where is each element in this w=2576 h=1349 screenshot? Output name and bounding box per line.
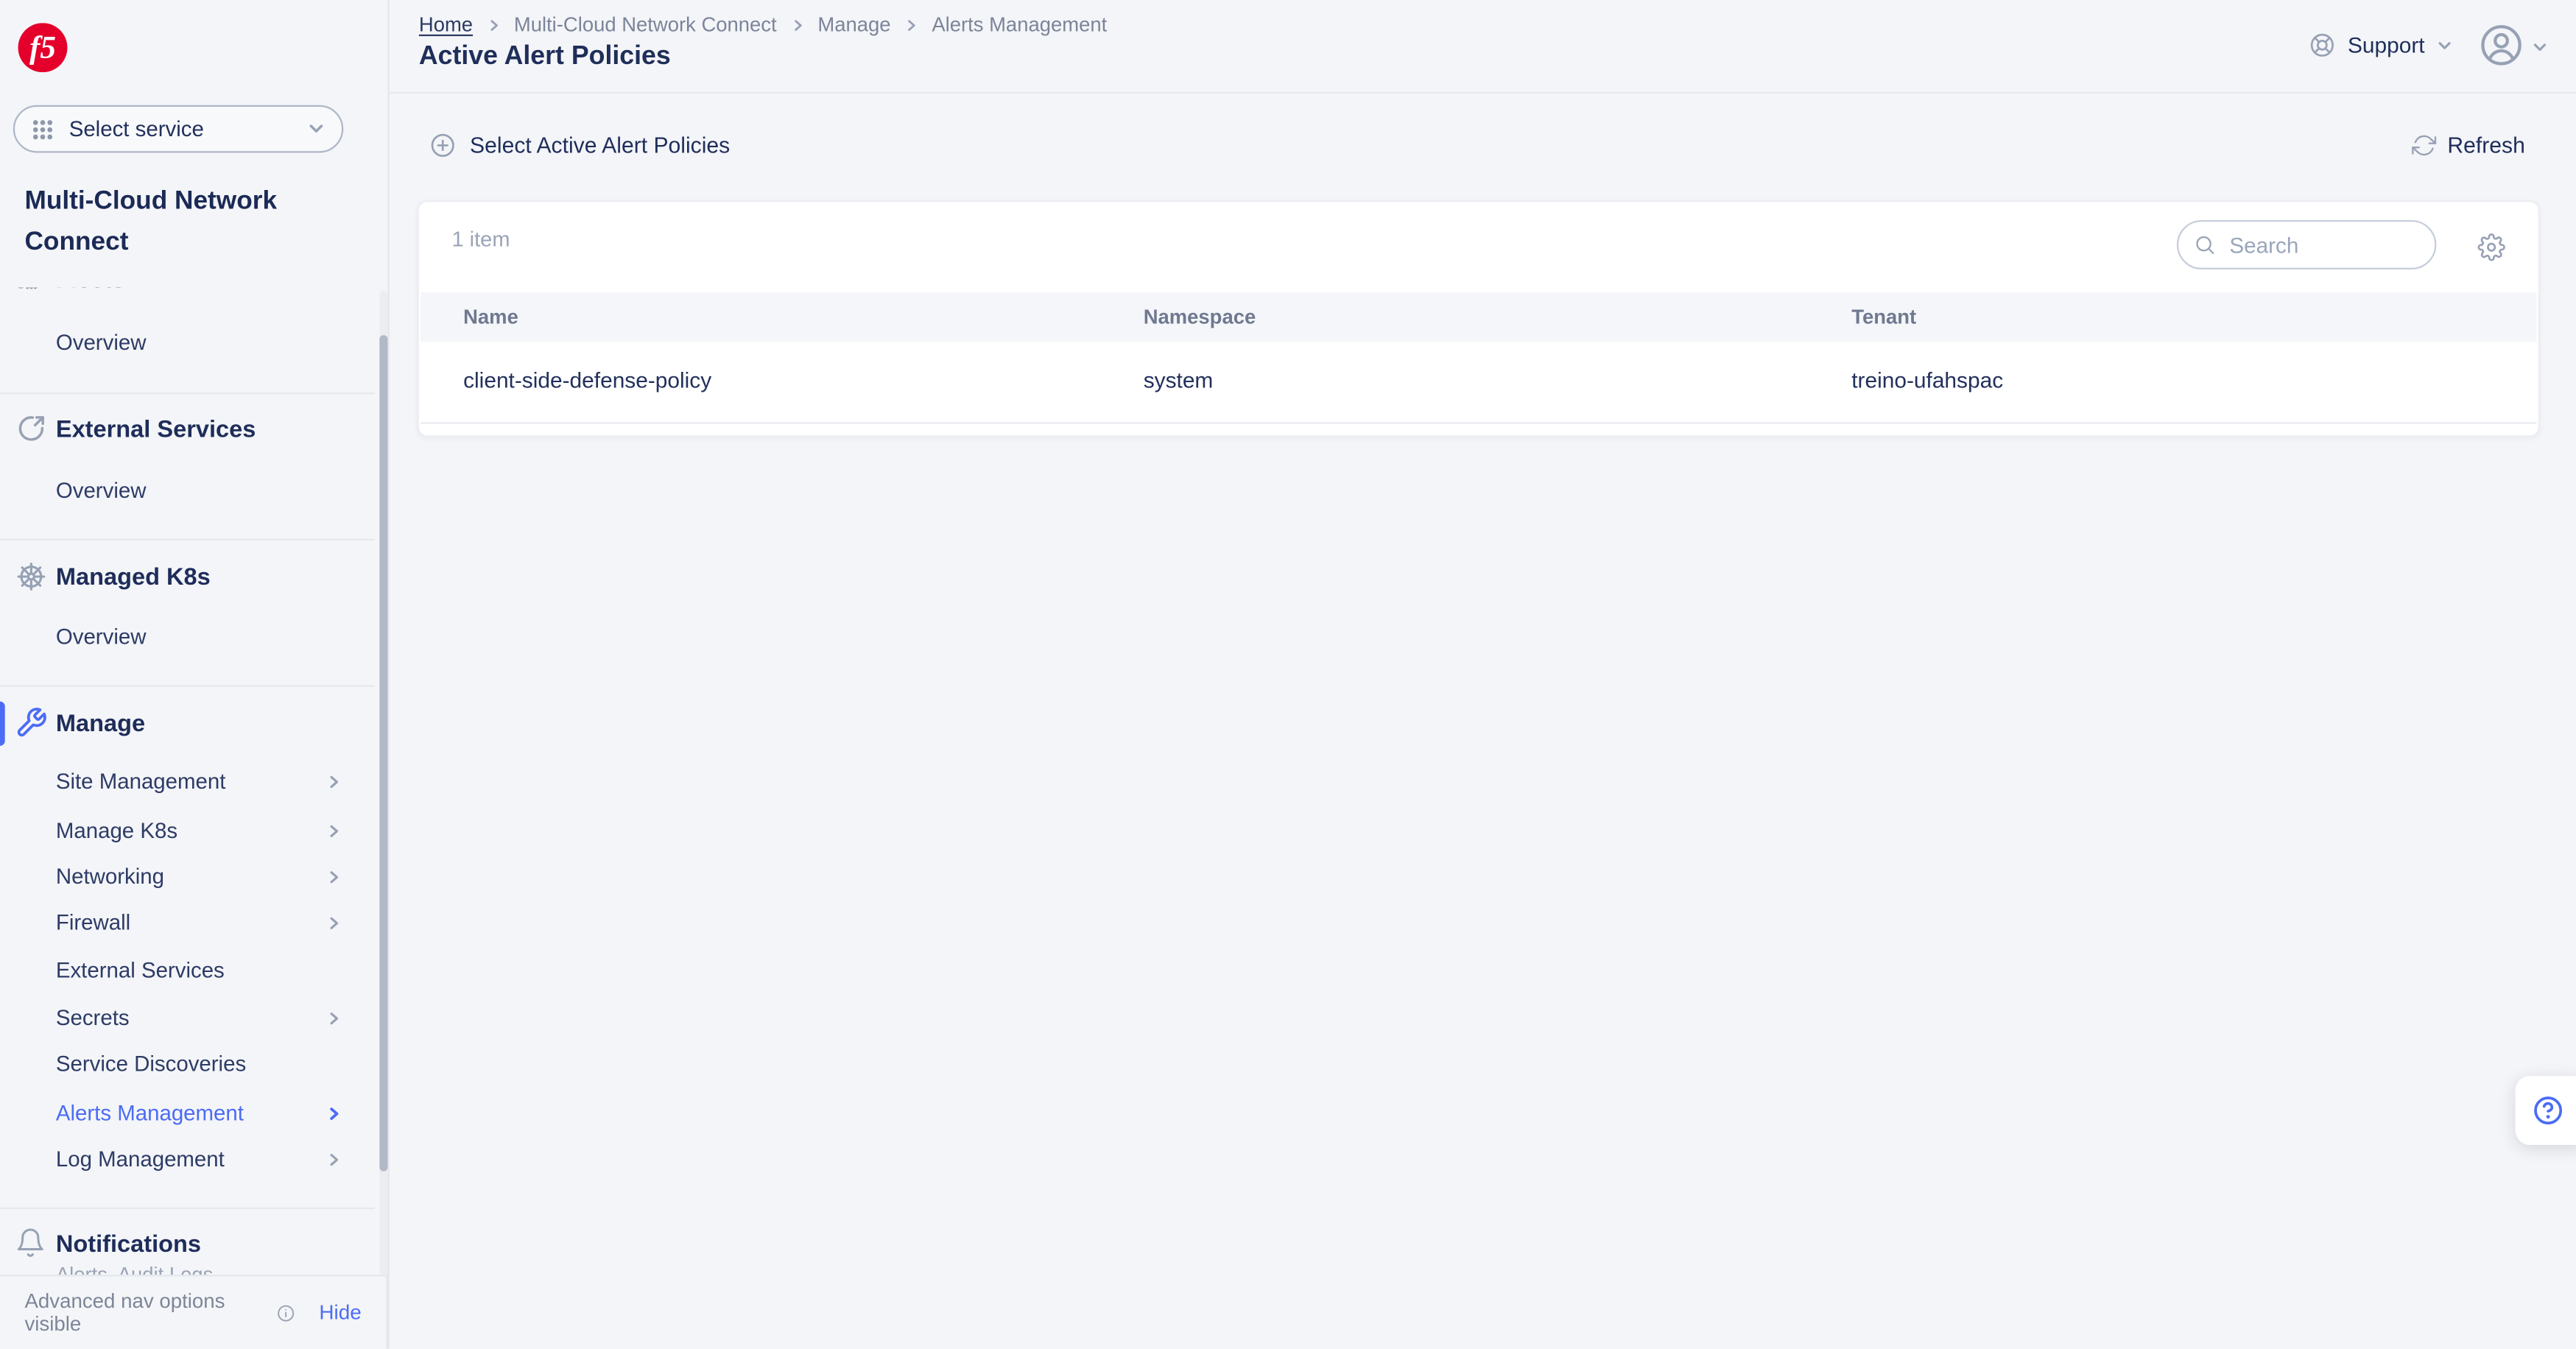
divider	[0, 539, 375, 540]
sidebar-section-fleets[interactable]: Fleets	[0, 287, 351, 299]
plus-circle-icon	[429, 131, 457, 159]
page-title: Active Alert Policies	[419, 43, 671, 72]
select-active-alert-policies-button[interactable]: Select Active Alert Policies	[429, 131, 730, 159]
breadcrumb-home[interactable]: Home	[419, 13, 473, 36]
refresh-label: Refresh	[2447, 133, 2524, 158]
life-ring-icon	[2308, 31, 2336, 59]
sidebar-section-manage[interactable]: Manage	[0, 706, 351, 742]
column-header-name: Name	[463, 292, 518, 342]
table-header-row: Name Namespace Tenant	[420, 292, 2536, 342]
sidebar-item-alerts-management[interactable]: Alerts Management	[56, 1096, 345, 1132]
fleets-icon	[15, 287, 48, 295]
help-button[interactable]	[2516, 1076, 2576, 1145]
refresh-button[interactable]: Refresh	[2411, 133, 2525, 158]
breadcrumb-manage[interactable]: Manage	[817, 13, 890, 36]
grid-icon	[31, 118, 54, 141]
chevron-right-icon	[325, 774, 342, 790]
chevron-right-icon	[325, 915, 342, 931]
user-avatar-icon[interactable]	[2479, 23, 2523, 67]
sidebar-item-external-services-overview[interactable]: Overview	[56, 473, 345, 509]
breadcrumb-current: Alerts Management	[932, 13, 1107, 36]
support-label: Support	[2348, 33, 2425, 57]
sidebar-section-external-services[interactable]: External Services	[0, 412, 351, 448]
chevron-right-icon	[325, 823, 342, 839]
breadcrumb-mcn-connect[interactable]: Multi-Cloud Network Connect	[514, 13, 777, 36]
info-icon[interactable]	[276, 1303, 296, 1324]
alert-policies-card: 1 item Name Namespace Tenant client-side…	[418, 200, 2540, 437]
gear-icon[interactable]	[2477, 233, 2505, 261]
divider	[0, 392, 375, 394]
cell-tenant: treino-ufahspac	[1851, 342, 2003, 420]
service-selector[interactable]: Select service	[13, 105, 343, 153]
cell-name: client-side-defense-policy	[463, 342, 711, 420]
app-root: f5 Select service Multi-Cloud Network Co…	[0, 0, 2576, 1349]
external-services-icon	[15, 412, 48, 445]
sidebar-scrollbar-thumb[interactable]	[379, 335, 387, 1172]
divider	[0, 1208, 375, 1209]
chevron-right-icon	[325, 1105, 342, 1121]
sidebar-item-service-discoveries[interactable]: Service Discoveries	[56, 1046, 345, 1082]
search-input[interactable]	[2177, 220, 2436, 270]
sidebar-footer: Advanced nav options visible Hide	[0, 1275, 387, 1349]
sidebar-item-manage-k8s[interactable]: Manage K8s	[56, 813, 345, 849]
sidebar-item-log-management[interactable]: Log Management	[56, 1141, 345, 1177]
column-header-namespace: Namespace	[1144, 292, 1256, 342]
cell-namespace: system	[1144, 342, 1214, 420]
service-selector-label: Select service	[69, 116, 292, 141]
sidebar-item-firewall[interactable]: Firewall	[56, 905, 345, 941]
sidebar-section-label: Notifications	[56, 1232, 201, 1258]
sidebar-section-label: Fleets	[56, 287, 125, 294]
sidebar-section-notifications[interactable]: Notifications	[0, 1227, 351, 1263]
support-menu[interactable]: Support	[2308, 31, 2452, 59]
chevron-down-icon	[307, 120, 325, 138]
sidebar-item-secrets[interactable]: Secrets	[56, 1001, 345, 1037]
chevron-right-icon	[325, 1152, 342, 1168]
item-count: 1 item	[451, 227, 510, 251]
sidebar-scrollbar-track	[379, 291, 387, 1275]
search-box	[2177, 220, 2436, 270]
sidebar-item-fleets-overview[interactable]: Overview	[56, 325, 345, 362]
breadcrumb-separator-icon	[789, 17, 804, 32]
bell-icon	[15, 1227, 46, 1258]
column-header-tenant: Tenant	[1851, 292, 1916, 342]
sidebar-section-label: Managed K8s	[56, 565, 211, 591]
refresh-icon	[2411, 133, 2435, 158]
advanced-nav-text: Advanced nav options visible	[24, 1290, 267, 1336]
sidebar-section-label: External Services	[56, 418, 256, 444]
select-button-label: Select Active Alert Policies	[470, 133, 730, 158]
sidebar-item-networking[interactable]: Networking	[56, 859, 345, 895]
breadcrumb-separator-icon	[486, 17, 501, 32]
sidebar-item-managed-k8s-overview[interactable]: Overview	[56, 619, 345, 655]
sidebar-item-site-management[interactable]: Site Management	[56, 764, 345, 800]
breadcrumb-separator-icon	[904, 17, 918, 32]
svg-text:f5: f5	[29, 30, 56, 66]
breadcrumb: Home Multi-Cloud Network Connect Manage …	[419, 13, 1107, 36]
chevron-down-icon	[2532, 40, 2548, 56]
chevron-right-icon	[325, 1010, 342, 1026]
chevron-down-icon	[2436, 37, 2452, 53]
divider	[0, 685, 375, 686]
sidebar-section-managed-k8s[interactable]: Managed K8s	[0, 560, 351, 596]
wrench-icon	[15, 706, 48, 739]
table-row[interactable]: client-side-defense-policy system treino…	[420, 342, 2536, 424]
helm-wheel-icon	[15, 560, 48, 594]
sidebar-item-external-services-manage[interactable]: External Services	[56, 953, 345, 989]
sidebar-nav: Fleets Overview External Services Overv	[0, 287, 387, 1275]
sidebar-section-subtitle: Alerts, Audit Logs	[56, 1264, 214, 1275]
sidebar-title: Multi-Cloud Network Connect	[24, 180, 277, 263]
f5-logo[interactable]: f5	[18, 23, 68, 72]
help-circle-icon	[2532, 1094, 2565, 1127]
sidebar: f5 Select service Multi-Cloud Network Co…	[0, 0, 390, 1349]
sidebar-section-label: Manage	[56, 711, 145, 738]
hide-nav-link[interactable]: Hide	[319, 1302, 361, 1325]
chevron-right-icon	[325, 869, 342, 885]
